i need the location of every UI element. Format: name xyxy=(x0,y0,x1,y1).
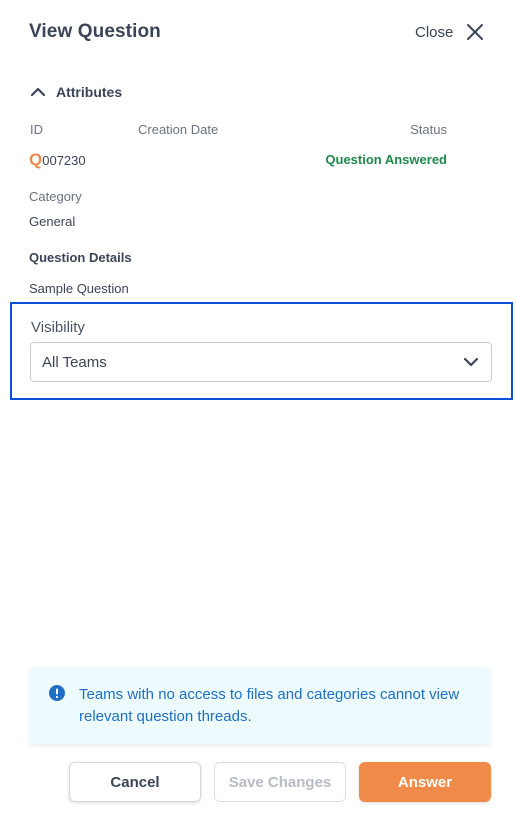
id-number: 007230 xyxy=(42,153,86,168)
status-badge: Question Answered xyxy=(325,152,447,167)
cancel-button[interactable]: Cancel xyxy=(69,762,201,802)
close-button[interactable]: Close xyxy=(415,20,485,44)
id-prefix: Q xyxy=(29,150,43,169)
page-title: View Question xyxy=(29,21,161,42)
panel-header: View Question Close xyxy=(0,0,517,64)
info-icon xyxy=(49,685,65,701)
chevron-down-icon xyxy=(463,357,479,367)
attributes-toggle[interactable]: Attributes xyxy=(30,84,122,100)
question-id: Q 007230 xyxy=(29,150,86,170)
notice-text: Teams with no access to files and catego… xyxy=(79,686,460,725)
close-icon xyxy=(467,24,484,40)
close-label: Close xyxy=(415,23,454,41)
status-label: Status xyxy=(410,122,447,137)
attributes-label: Attributes xyxy=(56,84,123,100)
visibility-section: Visibility All Teams xyxy=(10,302,513,400)
category-value: General xyxy=(29,214,76,229)
chevron-up-icon xyxy=(30,87,46,97)
question-details-value: Sample Question xyxy=(29,281,129,296)
info-notice: Teams with no access to files and catego… xyxy=(29,667,491,744)
category-label: Category xyxy=(29,189,82,204)
visibility-select[interactable]: All Teams xyxy=(30,342,492,382)
question-details-heading: Question Details xyxy=(29,250,132,265)
answer-button[interactable]: Answer xyxy=(359,762,491,802)
save-changes-button[interactable]: Save Changes xyxy=(214,762,346,802)
creation-date-label: Creation Date xyxy=(138,122,219,137)
visibility-selected-value: All Teams xyxy=(42,353,107,371)
visibility-label: Visibility xyxy=(31,319,85,336)
id-label: ID xyxy=(30,122,43,137)
